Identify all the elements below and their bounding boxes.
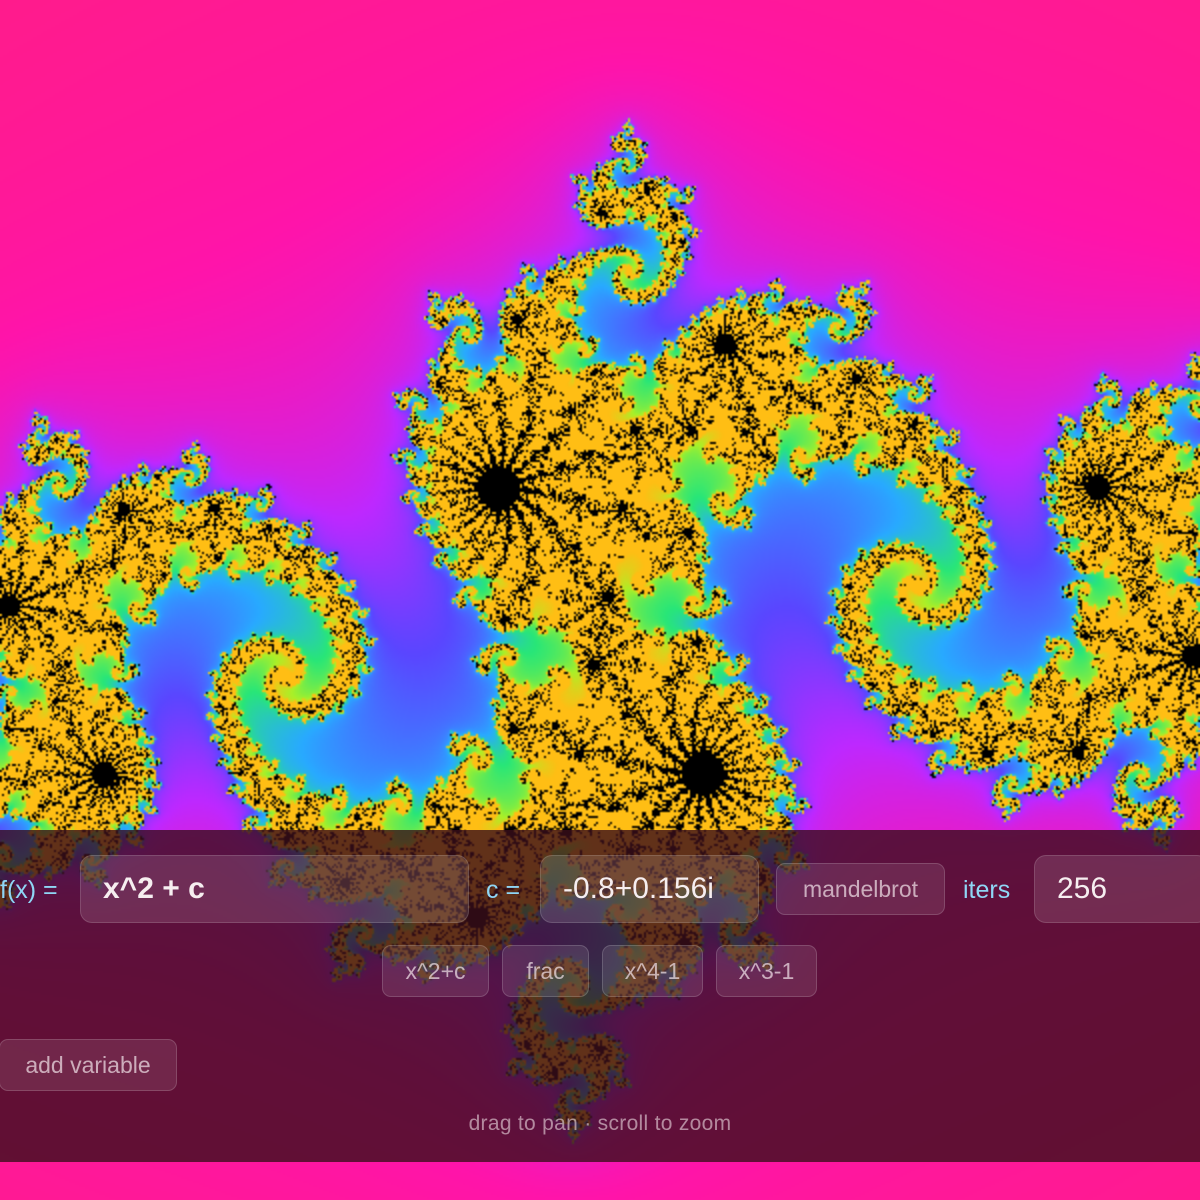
mandelbrot-button[interactable]: mandelbrot xyxy=(776,863,945,915)
constant-label: c = xyxy=(486,876,521,904)
formula-label: f(x) = xyxy=(0,876,58,904)
iterations-label: iters xyxy=(963,876,1011,904)
constant-input[interactable] xyxy=(540,855,759,923)
add-variable-button[interactable]: add variable xyxy=(0,1039,177,1091)
preset-button-x4[interactable]: x^4-1 xyxy=(602,945,703,997)
preset-button-frac[interactable]: frac xyxy=(502,945,589,997)
preset-button-x2c[interactable]: x^2+c xyxy=(382,945,489,997)
usage-hint: drag to pan · scroll to zoom xyxy=(468,1112,732,1135)
iterations-input[interactable] xyxy=(1034,855,1200,923)
formula-input[interactable] xyxy=(80,855,469,923)
preset-button-x3[interactable]: x^3-1 xyxy=(716,945,817,997)
